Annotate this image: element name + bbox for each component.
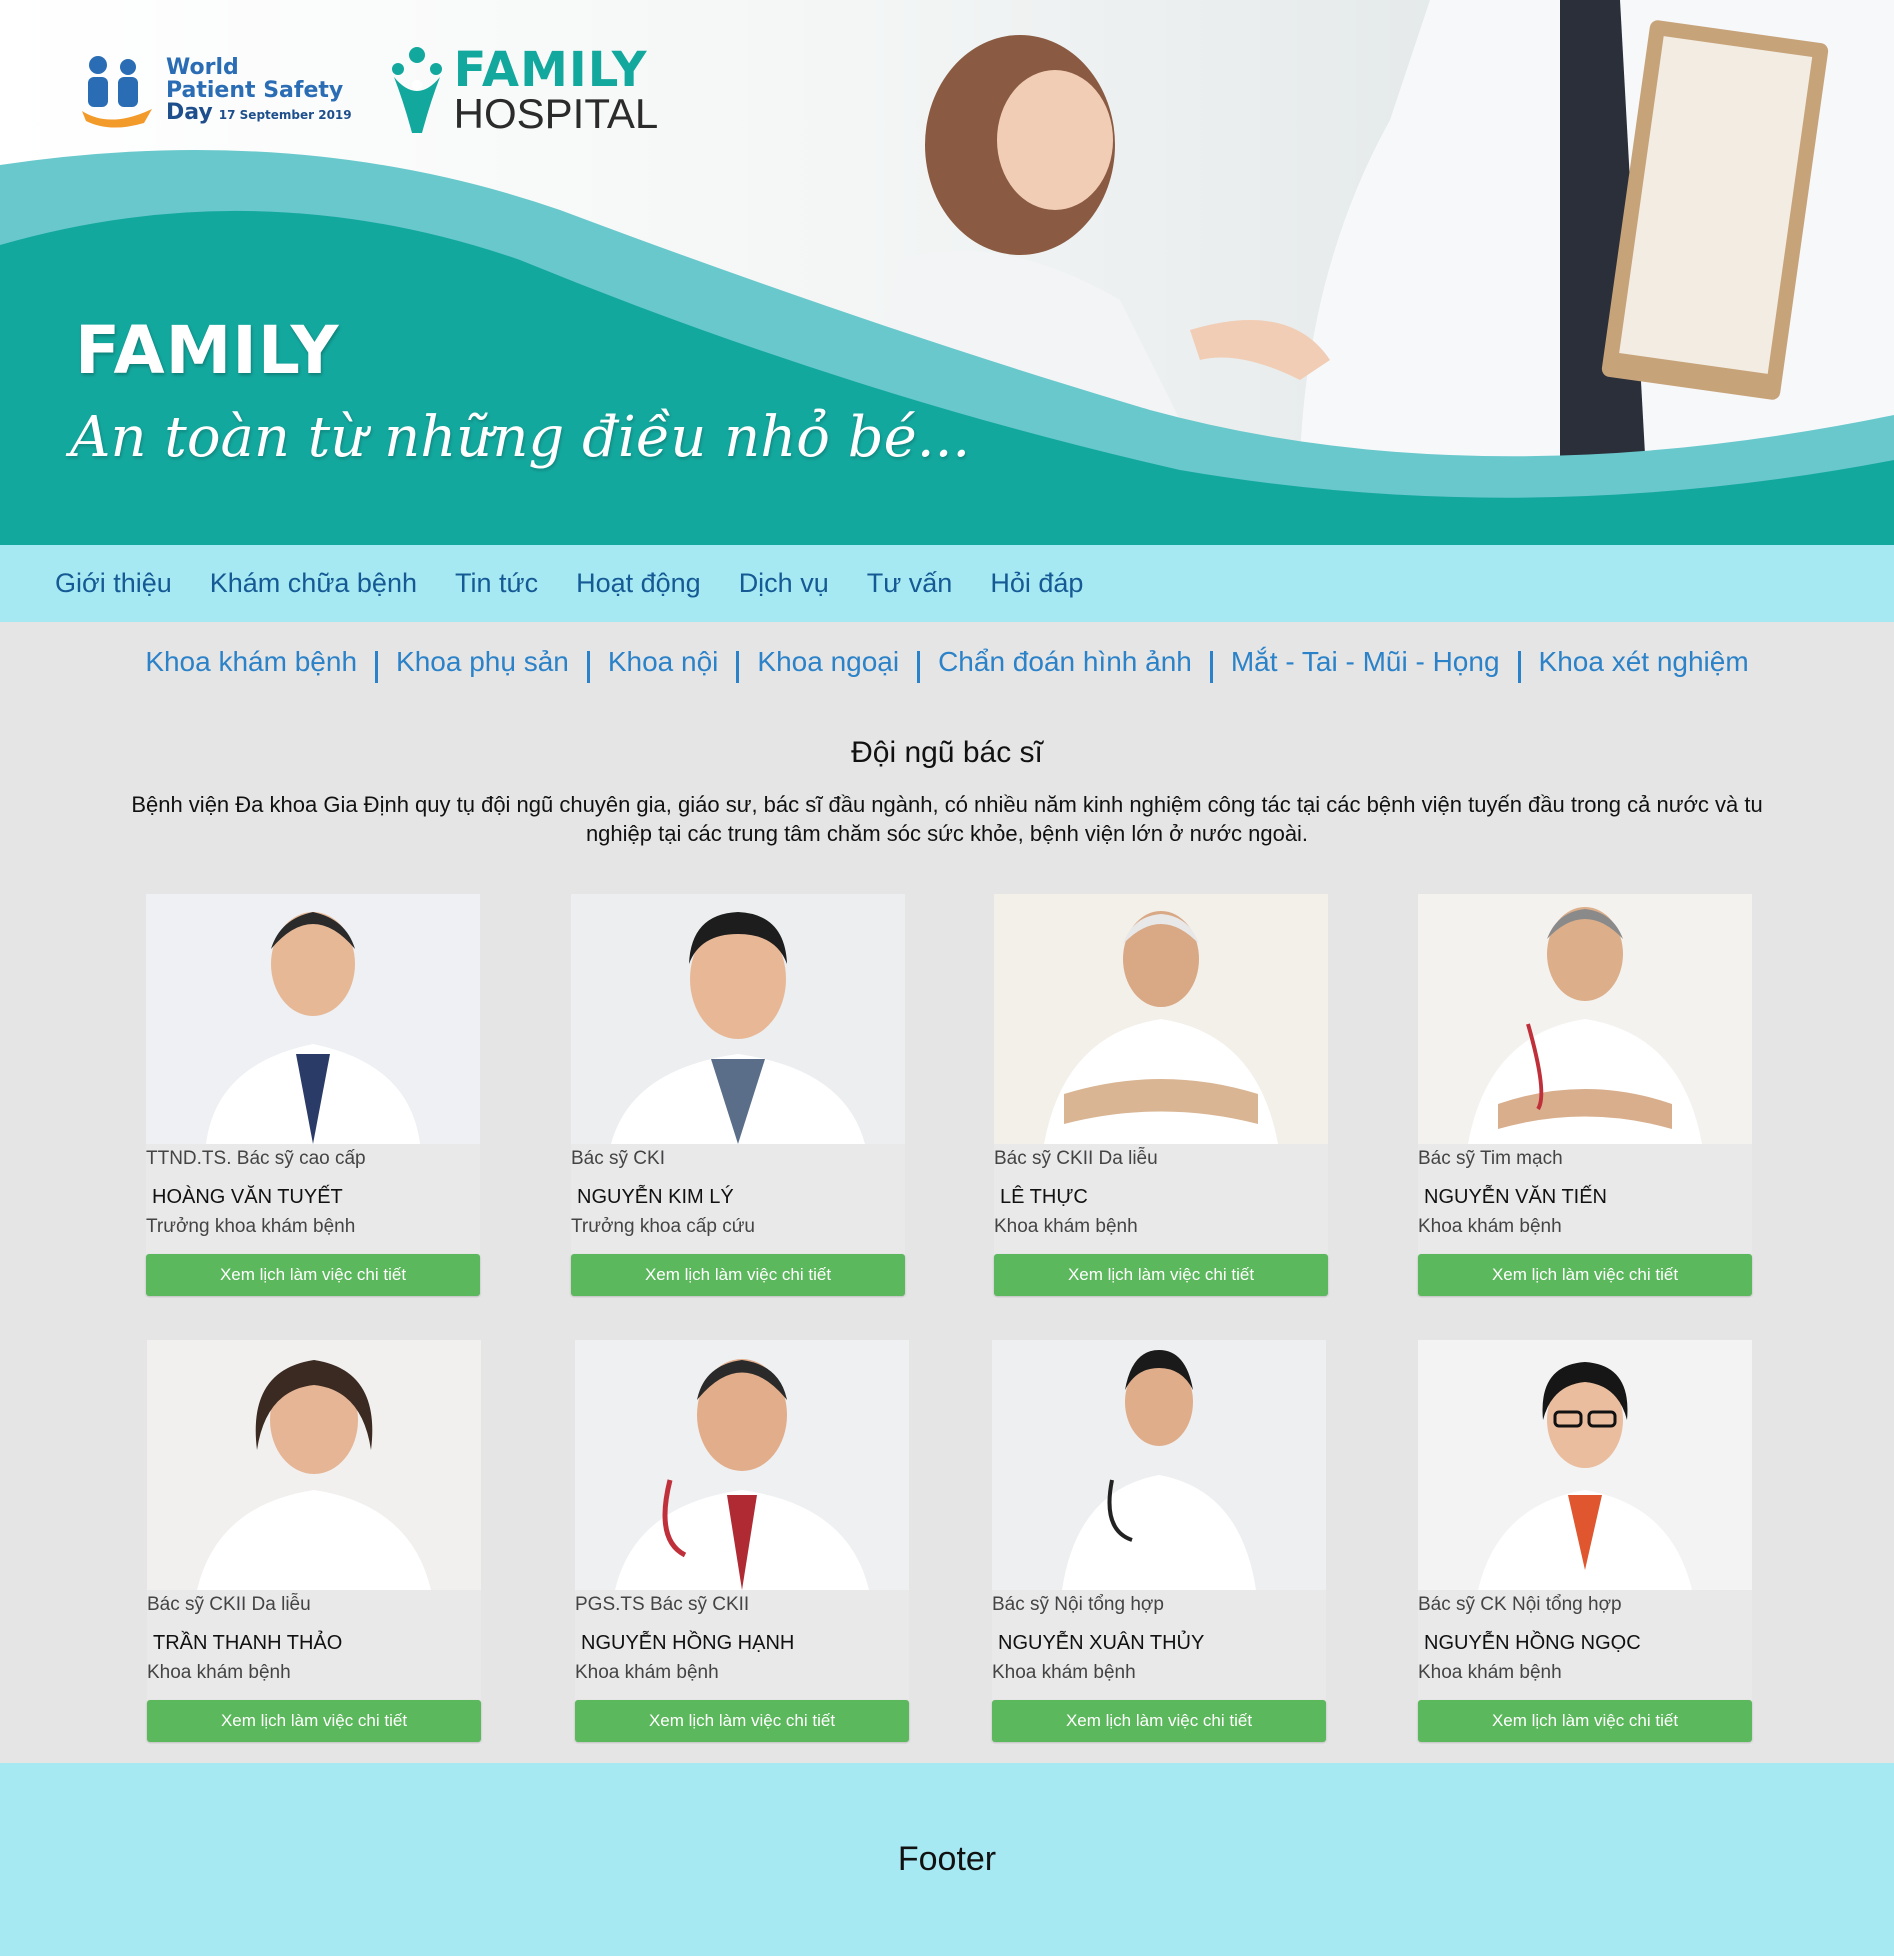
view-schedule-button[interactable]: Xem lịch làm việc chi tiết: [1418, 1700, 1752, 1742]
doctor-department: Khoa khám bệnh: [1418, 1216, 1562, 1237]
nav-item-hoi-dap[interactable]: Hỏi đáp: [990, 568, 1083, 599]
doctor-department: Trưởng khoa cấp cứu: [571, 1216, 755, 1237]
doctor-title: PGS.TS Bác sỹ CKII: [575, 1594, 750, 1615]
nav-item-gioi-thieu[interactable]: Giới thiệu: [55, 568, 172, 599]
family-hospital-logo: FAMILY HOSPITAL: [390, 42, 659, 137]
dept-link-ngoai[interactable]: Khoa ngoại: [757, 646, 899, 677]
brand-logos: World Patient Safety Day 17 September 201…: [80, 45, 658, 137]
footer: Footer: [0, 1763, 1894, 1956]
doctor-name: TRẦN THANH THẢO: [153, 1632, 343, 1654]
doctor-name: NGUYỄN KIM LÝ: [577, 1186, 734, 1208]
doctor-card: Bác sỹ CKII Da liễu LÊ THỰC Khoa khám bệ…: [994, 894, 1328, 1299]
doctor-card: Bác sỹ Tim mạch NGUYỄN VĂN TIẾN Khoa khá…: [1418, 894, 1752, 1299]
view-schedule-button[interactable]: Xem lịch làm việc chi tiết: [146, 1254, 480, 1296]
nav-item-dich-vu[interactable]: Dịch vụ: [739, 568, 829, 599]
dept-link-chan-doan-hinh-anh[interactable]: Chẩn đoán hình ảnh: [938, 646, 1192, 677]
doctor-photo: [1418, 894, 1752, 1144]
view-schedule-button[interactable]: Xem lịch làm việc chi tiết: [994, 1254, 1328, 1296]
doctor-name: HOÀNG VĂN TUYẾT: [152, 1186, 343, 1208]
doctor-department: Khoa khám bệnh: [575, 1662, 719, 1683]
doctor-department: Trưởng khoa khám bệnh: [146, 1216, 356, 1237]
doctor-title: TTND.TS. Bác sỹ cao cấp: [146, 1148, 366, 1169]
doctor-photo: [992, 1340, 1326, 1590]
doctor-card: Bác sỹ Nội tổng hợp NGUYỄN XUÂN THỦY Kho…: [992, 1340, 1326, 1745]
doctor-department: Khoa khám bệnh: [992, 1662, 1136, 1683]
wpsd-line-1: World: [166, 55, 239, 81]
doctor-card: TTND.TS. Bác sỹ cao cấp HOÀNG VĂN TUYẾT …: [146, 894, 480, 1299]
doctor-photo: [147, 1340, 481, 1590]
slogan-title: FAMILY: [75, 312, 340, 389]
section-intro: Bệnh viện Đa khoa Gia Định quy tụ đội ng…: [131, 792, 1763, 846]
dept-link-phu-san[interactable]: Khoa phụ sản: [396, 646, 569, 677]
view-schedule-button[interactable]: Xem lịch làm việc chi tiết: [992, 1700, 1326, 1742]
nav-item-tin-tuc[interactable]: Tin tức: [455, 568, 538, 599]
view-schedule-button[interactable]: Xem lịch làm việc chi tiết: [571, 1254, 905, 1296]
dept-link-kham-benh[interactable]: Khoa khám bệnh: [145, 646, 357, 677]
patient-safety-icon: [82, 56, 152, 128]
doctor-title: Bác sỹ Nội tổng hợp: [992, 1594, 1164, 1615]
doctor-card: Bác sỹ CK Nội tổng hợp NGUYỄN HỒNG NGỌC …: [1418, 1340, 1752, 1745]
dept-divider: [375, 650, 379, 683]
doctor-card: Bác sỹ CKII Da liễu TRẦN THANH THẢO Khoa…: [147, 1340, 481, 1745]
doctor-title: Bác sỹ CKI: [571, 1148, 665, 1169]
department-nav: Khoa khám bệnh Khoa phụ sản Khoa nội Khoa n…: [0, 622, 1894, 698]
family-figure-icon: [391, 47, 442, 133]
dept-divider: [917, 650, 921, 683]
view-schedule-button[interactable]: Xem lịch làm việc chi tiết: [575, 1700, 909, 1742]
logo-hospital-text: HOSPITAL: [453, 89, 659, 137]
doctor-department: Khoa khám bệnh: [147, 1662, 291, 1683]
world-patient-safety-day-logo: World Patient Safety Day 17 September 201…: [80, 53, 352, 129]
nav-item-hoat-dong[interactable]: Hoạt động: [576, 568, 701, 599]
dept-divider: [1209, 650, 1213, 683]
wpsd-date: 17 September 2019: [218, 108, 352, 123]
doctor-title: Bác sỹ CKII Da liễu: [147, 1594, 311, 1615]
dept-divider: [736, 650, 740, 683]
view-schedule-button[interactable]: Xem lịch làm việc chi tiết: [1418, 1254, 1752, 1296]
doctor-card: Bác sỹ CKI NGUYỄN KIM LÝ Trưởng khoa cấp…: [571, 894, 905, 1299]
doctor-title: Bác sỹ Tim mạch: [1418, 1148, 1563, 1169]
slogan-script: An toàn từ những điều nhỏ bé...: [70, 405, 971, 470]
dept-link-tai-mui-hong[interactable]: Mắt - Tai - Mũi - Họng: [1231, 646, 1500, 677]
doctor-title: Bác sỹ CK Nội tổng hợp: [1418, 1594, 1622, 1615]
doctor-name: LÊ THỰC: [1000, 1186, 1088, 1208]
doctor-name: NGUYỄN HỒNG HẠNH: [581, 1632, 795, 1654]
doctor-department: Khoa khám bệnh: [994, 1216, 1138, 1237]
view-schedule-button[interactable]: Xem lịch làm việc chi tiết: [147, 1700, 481, 1742]
doctor-photo: [575, 1340, 909, 1590]
dept-divider: [1517, 650, 1521, 683]
nav-item-tu-van[interactable]: Tư vấn: [867, 568, 953, 599]
doctor-name: NGUYỄN HỒNG NGỌC: [1424, 1632, 1641, 1654]
nav-item-kham-chua-benh[interactable]: Khám chữa bệnh: [210, 568, 417, 599]
doctor-title: Bác sỹ CKII Da liễu: [994, 1148, 1158, 1169]
doctor-name: NGUYỄN VĂN TIẾN: [1424, 1186, 1607, 1208]
doctor-photo: [994, 894, 1328, 1144]
wpsd-line-3: Day: [166, 100, 213, 126]
doctor-name: NGUYỄN XUÂN THỦY: [998, 1632, 1205, 1654]
hero-banner: World Patient Safety Day 17 September 201…: [0, 0, 1894, 545]
doctor-grid: TTND.TS. Bác sỹ cao cấp HOÀNG VĂN TUYẾT …: [0, 848, 1894, 1748]
dept-link-xet-nghiem[interactable]: Khoa xét nghiệm: [1539, 646, 1749, 677]
doctor-photo: [146, 894, 480, 1144]
dept-link-noi[interactable]: Khoa nội: [608, 646, 719, 677]
footer-label: Footer: [897, 1840, 997, 1878]
dept-divider: [586, 650, 590, 683]
doctor-card: PGS.TS Bác sỹ CKII NGUYỄN HỒNG HẠNH Khoa…: [575, 1340, 909, 1745]
main-nav: Giới thiệu Khám chữa bệnh Tin tức Hoạt đ…: [0, 545, 1894, 622]
doctor-photo: [1418, 1340, 1752, 1590]
doctor-photo: [571, 894, 905, 1144]
logo-family-text: FAMILY: [453, 42, 648, 99]
section-title: Đội ngũ bác sĩ: [851, 736, 1043, 769]
wpsd-line-2: Patient Safety: [166, 77, 344, 103]
doctor-department: Khoa khám bệnh: [1418, 1662, 1562, 1683]
